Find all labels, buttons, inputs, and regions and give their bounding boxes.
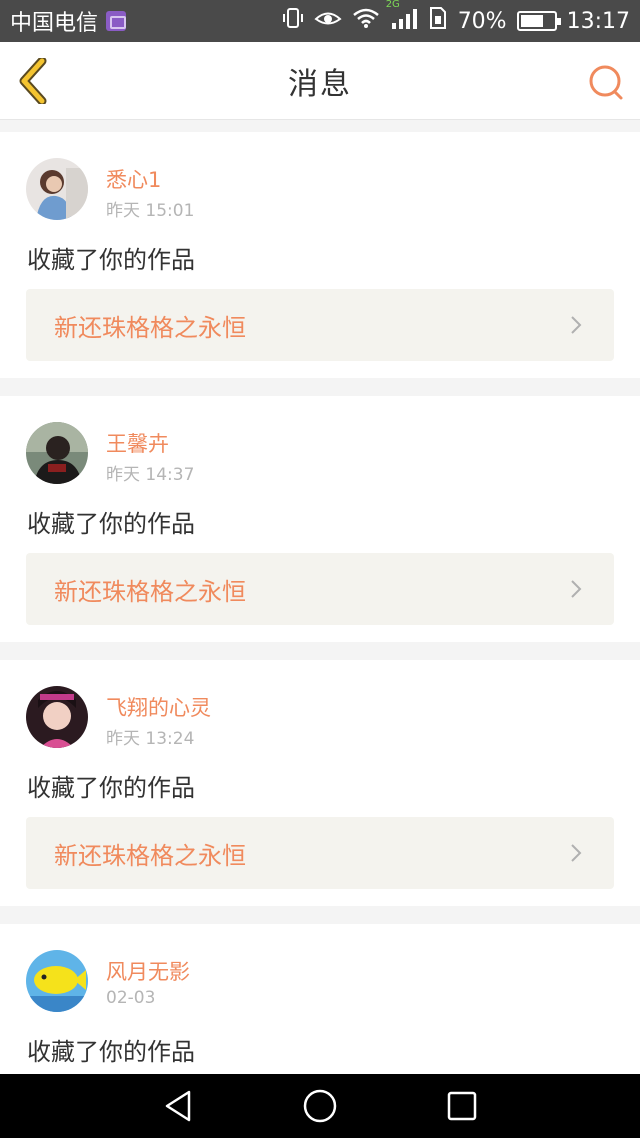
message-card: 飞翔的心灵 昨天 13:24 收藏了你的作品 新还珠格格之永恒 (0, 660, 640, 906)
message-time: 昨天 13:24 (106, 729, 195, 749)
message-card: 风月无影 02-03 收藏了你的作品 (0, 924, 640, 1074)
back-button[interactable] (14, 56, 54, 106)
chevron-right-icon (571, 580, 582, 598)
work-title: 新还珠格格之永恒 (54, 313, 246, 342)
signal-icon: 2G (386, 0, 418, 35)
work-link[interactable]: 新还珠格格之永恒 (26, 289, 614, 361)
battery-percent: 70% (457, 8, 507, 34)
message-time: 02-03 (106, 988, 156, 1008)
message-action: 收藏了你的作品 (27, 774, 195, 802)
username[interactable]: 飞翔的心灵 (106, 692, 211, 722)
home-circle-icon (303, 1089, 337, 1123)
vibrate-icon (282, 7, 304, 35)
network-type-label: 2G (385, 0, 400, 10)
status-left: 中国电信 (10, 5, 127, 37)
battery-fill (520, 15, 543, 27)
message-action: 收藏了你的作品 (27, 1038, 195, 1066)
chevron-right-icon (571, 316, 582, 334)
message-action: 收藏了你的作品 (27, 246, 195, 274)
notification-icon (106, 11, 127, 31)
battery-icon (516, 11, 561, 31)
status-right: 2G 70% 13:17 (282, 0, 630, 36)
username[interactable]: 王馨卉 (106, 428, 169, 458)
carrier-label: 中国电信 (10, 11, 99, 36)
eye-comfort-icon (314, 7, 342, 35)
back-triangle-button[interactable] (160, 1088, 196, 1124)
app-header: 消息 (0, 42, 640, 120)
system-nav-bar (0, 1074, 640, 1138)
username[interactable]: 风月无影 (106, 956, 190, 986)
work-title: 新还珠格格之永恒 (54, 841, 246, 870)
search-button[interactable] (586, 62, 626, 102)
message-action: 收藏了你的作品 (27, 510, 195, 538)
message-list[interactable]: 悉心1 昨天 15:01 收藏了你的作品 新还珠格格之永恒 王馨卉 昨天 14:… (0, 132, 640, 1074)
wifi-icon (352, 7, 380, 35)
search-icon (589, 65, 623, 100)
back-triangle-icon (165, 1090, 191, 1122)
chevron-left-icon (19, 58, 47, 104)
home-button[interactable] (302, 1088, 338, 1124)
recents-square-icon (447, 1091, 477, 1121)
work-link[interactable]: 新还珠格格之永恒 (26, 553, 614, 625)
work-link[interactable]: 新还珠格格之永恒 (26, 817, 614, 889)
page-title: 消息 (288, 66, 352, 102)
avatar[interactable] (26, 686, 88, 748)
message-card: 王馨卉 昨天 14:37 收藏了你的作品 新还珠格格之永恒 (0, 396, 640, 642)
message-time: 昨天 14:37 (106, 465, 195, 485)
avatar[interactable] (26, 950, 88, 1012)
work-title: 新还珠格格之永恒 (54, 577, 246, 606)
sim-icon (428, 6, 448, 36)
status-bar: 中国电信 2G 70% 13:17 (0, 0, 640, 42)
message-card: 悉心1 昨天 15:01 收藏了你的作品 新还珠格格之永恒 (0, 132, 640, 378)
avatar[interactable] (26, 158, 88, 220)
username[interactable]: 悉心1 (106, 164, 161, 194)
recents-button[interactable] (444, 1088, 480, 1124)
avatar[interactable] (26, 422, 88, 484)
clock: 13:17 (566, 8, 630, 34)
message-time: 昨天 15:01 (106, 201, 195, 221)
chevron-right-icon (571, 844, 582, 862)
